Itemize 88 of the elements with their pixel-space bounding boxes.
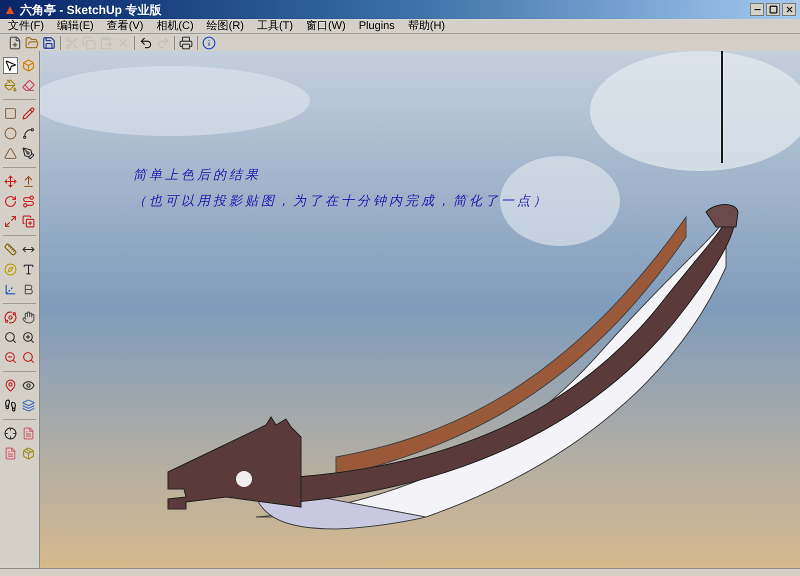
minimize-button[interactable] <box>750 3 764 16</box>
scale-icon <box>4 215 17 228</box>
eraser-icon <box>22 79 35 92</box>
pin-tool[interactable] <box>3 377 18 394</box>
folder-icon <box>25 36 39 50</box>
printer-icon <box>179 36 193 50</box>
zoom-tool[interactable] <box>21 349 36 366</box>
undo-button[interactable] <box>139 36 153 50</box>
redo-icon <box>156 36 170 50</box>
zoom-in-tool[interactable] <box>21 329 36 346</box>
info-button[interactable] <box>202 36 216 50</box>
pin-icon <box>4 379 17 392</box>
menu-item[interactable]: 相机(C) <box>156 20 194 32</box>
maximize-icon <box>768 5 778 14</box>
pencil-icon <box>22 107 35 120</box>
annotation-text: （也可以用投影贴图，为了在十分钟内完成，简化了一点） <box>133 192 549 210</box>
menu-item[interactable]: 帮助(H) <box>408 20 446 32</box>
move-tool[interactable] <box>3 173 18 190</box>
menu-item[interactable]: 绘图(R) <box>206 20 244 32</box>
menu-item[interactable]: 编辑(E) <box>57 20 94 32</box>
folder-button[interactable] <box>25 36 39 50</box>
rotate-tool[interactable] <box>3 193 18 210</box>
save-button[interactable] <box>42 36 56 50</box>
rotate-icon <box>4 195 17 208</box>
zoom-in-icon <box>22 331 35 344</box>
pointer-icon <box>4 59 17 72</box>
arc-icon <box>22 127 35 140</box>
orbit-tool[interactable] <box>3 309 18 326</box>
page-icon <box>4 447 17 460</box>
pointer-tool[interactable] <box>3 57 18 74</box>
arc-tool[interactable] <box>21 125 36 142</box>
scissors-icon <box>65 36 79 50</box>
move-icon <box>4 175 17 188</box>
tape-measure-icon <box>4 243 17 256</box>
path-tool[interactable] <box>21 193 36 210</box>
menu-item[interactable]: Plugins <box>358 20 395 32</box>
hand-tool[interactable] <box>21 309 36 326</box>
undo-icon <box>139 36 153 50</box>
pen-tool[interactable] <box>21 145 36 162</box>
push-pull-icon <box>22 175 35 188</box>
crosshair-icon <box>4 427 17 440</box>
clipboard-icon <box>99 36 113 50</box>
hand-icon <box>22 311 35 324</box>
close-button[interactable] <box>782 3 796 16</box>
annotation-text: 简单上色后的结果 <box>133 166 262 184</box>
menu-item[interactable]: 查看(V) <box>106 20 144 32</box>
menu-item[interactable]: 窗口(W) <box>306 20 346 32</box>
zoom-tool[interactable] <box>3 329 18 346</box>
info-icon <box>202 36 216 50</box>
menu-item[interactable]: 工具(T) <box>256 20 293 32</box>
eye-icon <box>22 379 35 392</box>
square-icon <box>4 107 17 120</box>
menu-item[interactable]: 文件(F) <box>8 20 44 32</box>
save-icon <box>42 36 56 50</box>
footprints-tool[interactable] <box>3 397 18 414</box>
cube-icon <box>22 59 35 72</box>
crosshair-tool[interactable] <box>3 425 18 442</box>
protractor-icon <box>4 263 17 276</box>
copy-icon <box>82 36 96 50</box>
paint-bucket-icon <box>4 79 17 92</box>
page-icon <box>22 427 35 440</box>
orbit-icon <box>4 311 17 324</box>
pen-icon <box>22 147 35 160</box>
offset-icon <box>22 215 35 228</box>
zoom-out-tool[interactable] <box>3 349 18 366</box>
pencil-tool[interactable] <box>21 105 36 122</box>
circle-icon <box>4 127 17 140</box>
offset-tool[interactable] <box>21 213 36 230</box>
maximize-button[interactable] <box>766 3 780 16</box>
zoom-icon <box>22 351 35 364</box>
layers-icon <box>22 399 35 412</box>
axes-icon <box>4 283 17 296</box>
footprints-icon <box>4 399 17 412</box>
package-icon <box>22 447 35 460</box>
text-icon <box>22 263 35 276</box>
window-title: 六角亭 - SketchUp 专业版 <box>20 2 162 18</box>
new-file-icon <box>8 36 22 50</box>
path-icon <box>22 195 35 208</box>
printer-button[interactable] <box>179 36 193 50</box>
triangle-icon <box>4 147 17 160</box>
app-logo-icon <box>4 4 16 16</box>
close-icon <box>784 5 794 14</box>
new-file-button[interactable] <box>8 36 22 50</box>
tape-measure-tool[interactable] <box>3 241 18 258</box>
push-pull-tool[interactable] <box>21 173 36 190</box>
scale-tool[interactable] <box>3 213 18 230</box>
zoom-out-icon <box>4 351 17 364</box>
zoom-icon <box>4 331 17 344</box>
